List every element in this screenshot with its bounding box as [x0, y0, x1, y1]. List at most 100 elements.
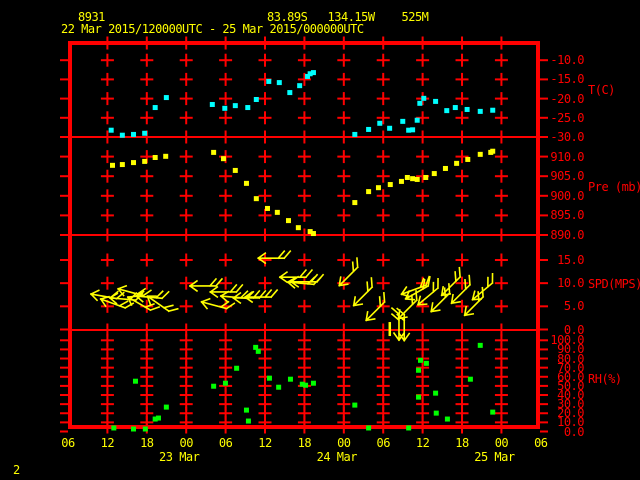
temperature-point: [119, 132, 125, 138]
humidity-point: [433, 410, 439, 416]
temperature-point: [142, 130, 148, 136]
pressure-point: [119, 162, 125, 168]
pressure-point: [109, 162, 115, 168]
pressure-point: [274, 209, 280, 215]
x-hour-label: 18: [140, 436, 154, 450]
pressure-point: [387, 182, 393, 188]
y-tick-label: 5.0: [563, 299, 585, 314]
humidity-point: [287, 376, 293, 382]
pressure-point: [375, 185, 381, 191]
x-hour-label: 06: [61, 436, 75, 450]
pressure-point: [490, 148, 496, 154]
humidity-point: [155, 415, 161, 421]
x-hour-label: 12: [415, 436, 430, 450]
y-tick-label: 905.0: [550, 169, 584, 184]
temperature-point: [108, 127, 114, 133]
humidity-point: [416, 367, 422, 373]
wind-barb: [146, 295, 179, 313]
pressure-point: [295, 225, 301, 231]
temperature-point: [387, 125, 393, 131]
temperature-point: [444, 108, 450, 114]
humidity-point: [131, 426, 137, 432]
temperature-point: [245, 105, 251, 111]
humidity-point: [142, 426, 148, 432]
y-tick-label: -25.0: [550, 110, 584, 125]
page-number: 2: [13, 463, 20, 477]
temperature-point: [421, 95, 427, 101]
wind-barb: [188, 277, 224, 293]
pressure-point: [131, 160, 137, 166]
pressure-point: [442, 165, 448, 171]
pressure-point: [352, 200, 358, 206]
humidity-point: [222, 380, 228, 386]
wind-barb: [338, 257, 359, 287]
humidity-point: [266, 375, 272, 381]
y-tick-label: 910.0: [550, 149, 584, 164]
pressure-point: [285, 218, 291, 224]
x-date-label: 23 Mar: [159, 450, 200, 464]
humidity-point: [467, 376, 473, 382]
pressure-point: [152, 154, 158, 160]
pressure-point: [454, 160, 460, 166]
y-tick-label: -30.0: [550, 130, 584, 144]
pressure-point: [477, 151, 483, 157]
pressure-point: [220, 156, 226, 162]
x-date-label: 24 Mar: [316, 450, 358, 464]
panel-unit-label: SPD(MPS): [588, 277, 640, 291]
humidity-point: [111, 425, 117, 431]
pressure-point: [211, 149, 217, 155]
pressure-point: [431, 171, 437, 177]
panel-unit-label: Pre (mb): [588, 180, 640, 194]
temperature-point: [433, 98, 439, 104]
x-hour-label: 18: [297, 436, 312, 450]
pressure-point: [410, 176, 416, 182]
temperature-point: [400, 118, 406, 124]
humidity-point: [416, 394, 422, 400]
temperature-point: [414, 117, 420, 123]
pressure-point: [243, 180, 249, 186]
temperature-point: [464, 106, 470, 112]
pressure-point: [142, 158, 148, 164]
pressure-point: [264, 205, 270, 211]
temperature-point: [276, 80, 282, 86]
y-tick-label: 10.0: [557, 276, 584, 291]
humidity-point: [423, 360, 429, 366]
y-tick-label: 900.0: [550, 188, 584, 203]
y-tick-label: -20.0: [550, 91, 584, 106]
humidity-point: [245, 418, 251, 424]
x-hour-label: 00: [494, 436, 509, 450]
humidity-point: [310, 380, 316, 386]
temperature-point: [352, 131, 358, 137]
y-tick-label: 15.0: [557, 253, 584, 267]
wind-barb: [365, 291, 386, 322]
x-hour-label: 06: [534, 436, 548, 450]
wind-barb: [257, 250, 292, 265]
temperature-point: [253, 96, 259, 102]
meteogram-plot: [60, 36, 548, 434]
wind-barb: [278, 269, 314, 284]
x-hour-label: 00: [337, 436, 351, 450]
pressure-point: [398, 178, 404, 184]
temperature-point: [477, 108, 483, 114]
pressure-point: [423, 174, 429, 180]
pressure-point: [366, 189, 372, 195]
x-hour-label: 06: [218, 436, 233, 450]
humidity-point: [132, 378, 138, 384]
x-hour-label: 18: [455, 436, 469, 450]
pressure-point: [232, 167, 238, 173]
humidity-point: [255, 348, 261, 354]
humidity-point: [163, 404, 169, 410]
panel-unit-label: T(C): [588, 83, 615, 97]
humidity-point: [366, 425, 372, 431]
temperature-point: [417, 100, 423, 106]
humidity-point: [490, 409, 496, 415]
x-hour-label: 12: [100, 436, 115, 450]
temperature-point: [377, 120, 383, 126]
temperature-point: [163, 95, 169, 101]
humidity-point: [352, 402, 358, 408]
y-tick-label: 890.0: [550, 228, 584, 242]
y-tick-label: -15.0: [550, 72, 584, 87]
x-hour-label: 00: [179, 436, 193, 450]
y-tick-label: 895.0: [550, 208, 584, 223]
x-hour-label: 12: [258, 436, 272, 450]
